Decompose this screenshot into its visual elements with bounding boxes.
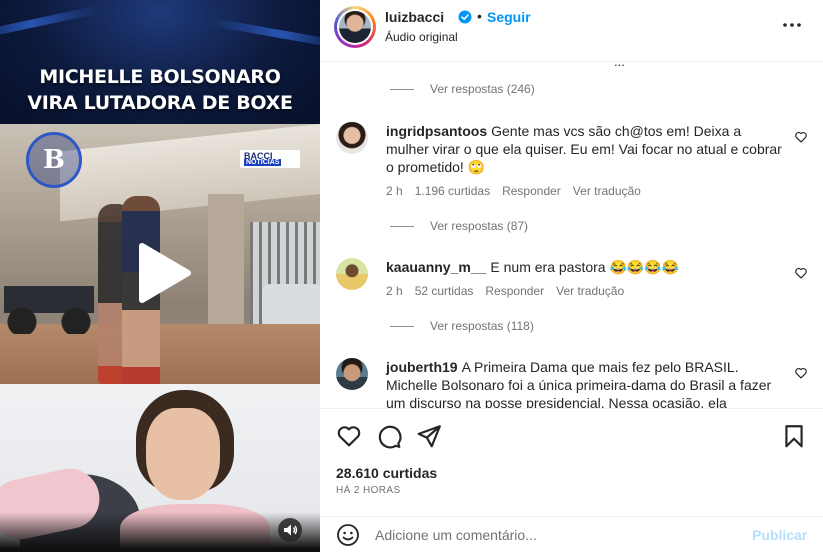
clipped-comment-text: ... [614, 62, 625, 69]
post-actions: 28.610 curtidas HÁ 2 HORAS [320, 408, 823, 520]
view-replies-button[interactable]: Ver respostas (118) [390, 319, 534, 333]
comment-bubble-icon[interactable] [376, 423, 402, 449]
view-replies-button[interactable]: Ver respostas (87) [390, 219, 528, 233]
video-frame-portrait [0, 384, 320, 552]
reply-button[interactable]: Responder [485, 284, 544, 298]
news-tag: BACCI NOTÍCIAS [240, 150, 300, 168]
comment-time: 2 h [386, 284, 403, 298]
emoji-picker-icon[interactable] [336, 523, 360, 547]
verified-badge-icon [458, 10, 472, 24]
header-separator: • [477, 8, 482, 24]
more-options-icon[interactable] [782, 15, 802, 35]
instagram-post-modal: MICHELLE BOLSONARO VIRA LUTADORA DE BOXE… [0, 0, 823, 552]
commenter-username[interactable]: ingridpsantoos [386, 123, 487, 139]
reply-button[interactable]: Responder [502, 184, 561, 198]
author-username[interactable]: luizbacci [385, 9, 444, 25]
play-icon[interactable] [128, 240, 194, 306]
sound-toggle-button[interactable] [278, 518, 302, 542]
comment-body: jouberth19 A Primeira Dama que mais fez p… [386, 358, 786, 408]
view-replies-label: Ver respostas (87) [430, 219, 529, 233]
comment-time: 2 h [386, 184, 403, 198]
commenter-avatar[interactable] [336, 122, 368, 154]
comment-meta: 2 h 52 curtidas Responder Ver tradução [386, 284, 624, 298]
video-title-banner: MICHELLE BOLSONARO VIRA LUTADORA DE BOXE [0, 0, 320, 124]
post-details-panel: luizbacci • Seguir Áudio original ... Ve… [320, 0, 823, 552]
view-replies-button[interactable]: Ver respostas (246) [390, 82, 535, 96]
audio-label[interactable]: Áudio original [385, 30, 458, 44]
comment-likes[interactable]: 1.196 curtidas [415, 184, 490, 198]
post-header: luizbacci • Seguir Áudio original [320, 0, 823, 62]
post-time-ago[interactable]: HÁ 2 HORAS [336, 485, 401, 496]
comment-body: kaauanny_m__ E num era pastora 😂😂😂😂 [386, 258, 786, 276]
share-paper-plane-icon[interactable] [416, 423, 442, 449]
view-replies-label: Ver respostas (118) [430, 319, 534, 333]
follow-button[interactable]: Seguir [487, 9, 531, 25]
author-avatar[interactable] [334, 6, 376, 48]
commenter-avatar[interactable] [336, 258, 368, 290]
comment-composer: Publicar [320, 516, 823, 552]
publish-button[interactable]: Publicar [752, 527, 807, 543]
channel-logo: B [26, 132, 82, 188]
commenter-username[interactable]: kaauanny_m__ [386, 259, 486, 275]
news-tag-bottom: NOTÍCIAS [244, 159, 282, 166]
comments-list[interactable]: ... Ver respostas (246) ingridpsantoosGe… [320, 62, 823, 408]
commenter-avatar[interactable] [336, 358, 368, 390]
video-headline-line2: VIRA LUTADORA DE BOXE [27, 92, 293, 114]
post-video[interactable]: MICHELLE BOLSONARO VIRA LUTADORA DE BOXE… [0, 0, 320, 552]
like-comment-heart-icon[interactable] [794, 366, 808, 380]
like-comment-heart-icon[interactable] [794, 130, 808, 144]
view-replies-label: Ver respostas (246) [430, 82, 535, 96]
comment-body: ingridpsantoos Gente mas vcs são ch@tos e… [386, 122, 786, 176]
like-comment-heart-icon[interactable] [794, 266, 808, 280]
speaker-icon [284, 524, 298, 536]
comment-text: E num era pastora 😂😂😂😂 [490, 259, 680, 275]
comment-meta: 2 h 1.196 curtidas Responder Ver traduçã… [386, 184, 641, 198]
video-headline-line1: MICHELLE BOLSONARO [39, 66, 281, 88]
see-translation-button[interactable]: Ver tradução [573, 184, 641, 198]
post-like-count[interactable]: 28.610 curtidas [336, 465, 437, 481]
comment-input[interactable] [375, 523, 735, 547]
save-bookmark-icon[interactable] [781, 423, 807, 449]
commenter-username[interactable]: jouberth19 [386, 359, 458, 375]
comment-likes[interactable]: 52 curtidas [415, 284, 474, 298]
like-heart-icon[interactable] [336, 423, 362, 449]
see-translation-button[interactable]: Ver tradução [556, 284, 624, 298]
